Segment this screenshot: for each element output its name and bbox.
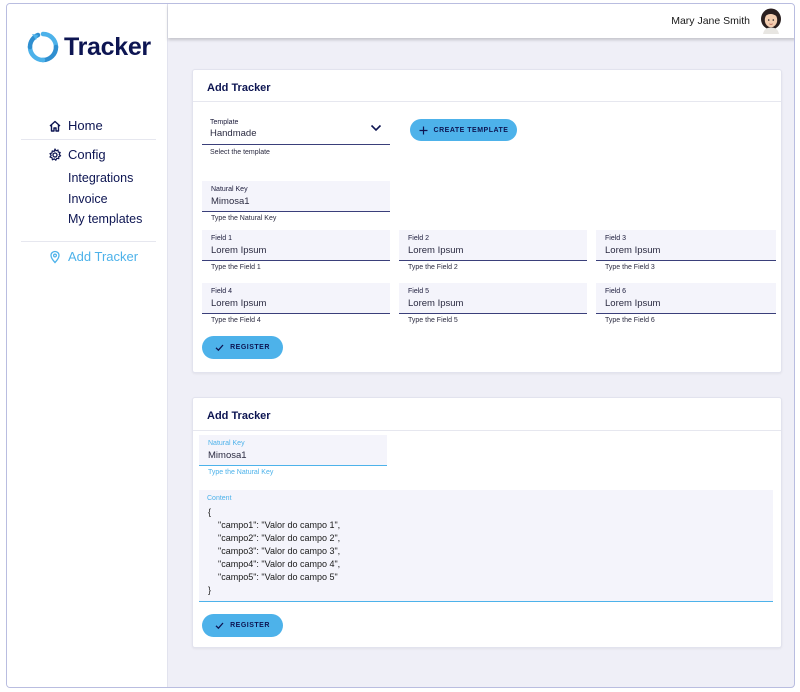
top-bar: Mary Jane Smith [168, 4, 794, 38]
register-button[interactable]: REGISTER [202, 614, 283, 637]
natural-key-label: Natural Key [211, 186, 248, 193]
field-label: Field 3 [605, 235, 627, 242]
field-label: Field 6 [605, 288, 627, 295]
nav-divider [21, 139, 156, 140]
sidebar-item-my-templates[interactable]: My templates [68, 212, 142, 226]
card-title: Add Tracker [207, 410, 271, 422]
sidebar: Tracker Home Config Integrations Invoice… [7, 4, 168, 687]
location-pin-icon [50, 250, 60, 263]
content-label: Content [207, 495, 232, 502]
field-4-input[interactable]: Field 4 Lorem Ipsum [202, 283, 390, 314]
natural-key-value: Mimosa1 [211, 196, 250, 207]
tracker-logo-icon [27, 31, 59, 63]
field-helper: Type the Field 6 [605, 317, 655, 324]
natural-key-label: Natural Key [208, 440, 245, 447]
sidebar-item-label: Config [68, 147, 106, 162]
check-icon [215, 622, 224, 630]
gear-icon [49, 147, 62, 161]
template-select-label: Template [210, 119, 239, 126]
create-template-label: CREATE TEMPLATE [433, 126, 509, 134]
content-line: "campo1": "Valor do campo 1", [208, 520, 341, 530]
content-line: { [208, 507, 212, 517]
create-template-button[interactable]: CREATE TEMPLATE [410, 119, 517, 141]
card-title: Add Tracker [207, 82, 271, 94]
content-line: } [208, 585, 212, 595]
field-helper: Type the Field 3 [605, 264, 655, 271]
field-2-input[interactable]: Field 2 Lorem Ipsum [399, 230, 587, 261]
content-textarea[interactable]: Content { "campo1": "Valor do campo 1", … [199, 490, 773, 602]
field-label: Field 4 [211, 288, 233, 295]
plus-icon [419, 126, 428, 134]
field-helper: Type the Field 4 [211, 317, 261, 324]
content-line: "campo2": "Valor do campo 2", [208, 533, 341, 543]
field-value: Lorem Ipsum [211, 245, 267, 256]
field-value: Lorem Ipsum [211, 298, 267, 309]
content-line: "campo3": "Valor do campo 3", [208, 546, 341, 556]
field-label: Field 2 [408, 235, 430, 242]
field-helper: Type the Field 1 [211, 264, 261, 271]
field-5-input[interactable]: Field 5 Lorem Ipsum [399, 283, 587, 314]
natural-key-helper: Type the Natural Key [208, 469, 274, 476]
field-label: Field 5 [408, 288, 430, 295]
field-1-input[interactable]: Field 1 Lorem Ipsum [202, 230, 390, 261]
sidebar-item-config[interactable]: Config [48, 147, 106, 162]
card-divider [193, 101, 781, 102]
home-icon [49, 120, 61, 132]
field-value: Lorem Ipsum [605, 245, 661, 256]
chevron-down-icon [370, 124, 382, 132]
field-label: Field 1 [211, 235, 233, 242]
sidebar-item-home[interactable]: Home [48, 118, 103, 133]
content-line: "campo4": "Valor do campo 4", [208, 559, 341, 569]
app-frame: Tracker Home Config Integrations Invoice… [6, 3, 795, 688]
template-select[interactable]: Template Handmade [202, 116, 390, 145]
content-line: "campo5": "Valor do campo 5" [208, 572, 338, 582]
register-button[interactable]: REGISTER [202, 336, 283, 359]
field-value: Lorem Ipsum [605, 298, 661, 309]
register-label: REGISTER [230, 344, 270, 351]
user-name[interactable]: Mary Jane Smith [671, 15, 750, 27]
avatar[interactable] [759, 8, 783, 34]
natural-key-value: Mimosa1 [208, 450, 247, 461]
card-divider [193, 430, 781, 431]
register-label: REGISTER [230, 622, 270, 629]
sidebar-item-invoice[interactable]: Invoice [68, 192, 108, 206]
app-logo[interactable]: Tracker [26, 30, 151, 64]
natural-key-field[interactable]: Natural Key Mimosa1 [199, 435, 387, 466]
field-6-input[interactable]: Field 6 Lorem Ipsum [596, 283, 776, 314]
sidebar-item-add-tracker[interactable]: Add Tracker [48, 249, 138, 264]
sidebar-item-label: Add Tracker [68, 249, 139, 264]
nav-divider [21, 241, 156, 242]
field-value: Lorem Ipsum [408, 298, 464, 309]
template-helper: Select the template [210, 149, 270, 156]
field-3-input[interactable]: Field 3 Lorem Ipsum [596, 230, 776, 261]
check-icon [215, 344, 224, 352]
add-tracker-content-card: Add Tracker Natural Key Mimosa1 Type the… [192, 397, 782, 648]
field-value: Lorem Ipsum [408, 245, 464, 256]
natural-key-helper: Type the Natural Key [211, 215, 277, 222]
natural-key-field[interactable]: Natural Key Mimosa1 [202, 181, 390, 212]
template-select-value: Handmade [210, 128, 257, 139]
field-helper: Type the Field 2 [408, 264, 458, 271]
app-name: Tracker [64, 32, 151, 61]
add-tracker-card: Add Tracker Template Handmade Select the… [192, 69, 782, 373]
field-helper: Type the Field 5 [408, 317, 458, 324]
sidebar-item-label: Home [68, 118, 103, 133]
sidebar-item-integrations[interactable]: Integrations [68, 171, 133, 185]
